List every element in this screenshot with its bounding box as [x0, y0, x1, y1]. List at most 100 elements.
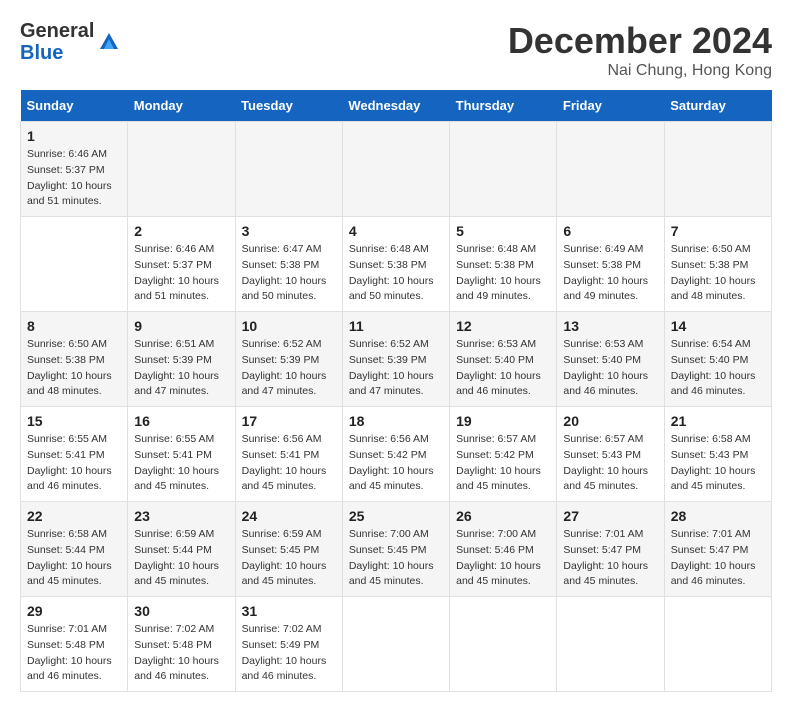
table-cell: 18 Sunrise: 6:56 AM Sunset: 5:42 PM Dayl… [342, 407, 449, 502]
day-info: Sunrise: 7:01 AM Sunset: 5:48 PM Dayligh… [27, 622, 121, 685]
day-number: 21 [671, 413, 765, 429]
calendar-week-row: 29 Sunrise: 7:01 AM Sunset: 5:48 PM Dayl… [21, 597, 772, 692]
day-number: 6 [563, 223, 657, 239]
day-number: 31 [242, 603, 336, 619]
day-info: Sunrise: 6:55 AM Sunset: 5:41 PM Dayligh… [134, 432, 228, 495]
col-thursday: Thursday [450, 90, 557, 122]
day-info: Sunrise: 6:48 AM Sunset: 5:38 PM Dayligh… [456, 242, 550, 305]
day-number: 27 [563, 508, 657, 524]
col-friday: Friday [557, 90, 664, 122]
subtitle: Nai Chung, Hong Kong [508, 62, 772, 80]
table-cell: 21 Sunrise: 6:58 AM Sunset: 5:43 PM Dayl… [664, 407, 771, 502]
calendar-week-row: 1 Sunrise: 6:46 AM Sunset: 5:37 PM Dayli… [21, 122, 772, 217]
table-cell: 6 Sunrise: 6:49 AM Sunset: 5:38 PM Dayli… [557, 217, 664, 312]
col-tuesday: Tuesday [235, 90, 342, 122]
table-cell: 29 Sunrise: 7:01 AM Sunset: 5:48 PM Dayl… [21, 597, 128, 692]
table-cell: 28 Sunrise: 7:01 AM Sunset: 5:47 PM Dayl… [664, 502, 771, 597]
table-cell: 30 Sunrise: 7:02 AM Sunset: 5:48 PM Dayl… [128, 597, 235, 692]
col-wednesday: Wednesday [342, 90, 449, 122]
calendar-week-row: 15 Sunrise: 6:55 AM Sunset: 5:41 PM Dayl… [21, 407, 772, 502]
day-info: Sunrise: 6:52 AM Sunset: 5:39 PM Dayligh… [242, 337, 336, 400]
table-cell [342, 122, 449, 217]
day-number: 19 [456, 413, 550, 429]
day-number: 16 [134, 413, 228, 429]
day-info: Sunrise: 7:00 AM Sunset: 5:45 PM Dayligh… [349, 527, 443, 590]
day-info: Sunrise: 6:50 AM Sunset: 5:38 PM Dayligh… [671, 242, 765, 305]
day-number: 20 [563, 413, 657, 429]
day-info: Sunrise: 6:58 AM Sunset: 5:43 PM Dayligh… [671, 432, 765, 495]
col-sunday: Sunday [21, 90, 128, 122]
day-info: Sunrise: 6:53 AM Sunset: 5:40 PM Dayligh… [563, 337, 657, 400]
logo-general: General [20, 20, 94, 42]
table-cell: 22 Sunrise: 6:58 AM Sunset: 5:44 PM Dayl… [21, 502, 128, 597]
day-number: 24 [242, 508, 336, 524]
calendar-week-row: 22 Sunrise: 6:58 AM Sunset: 5:44 PM Dayl… [21, 502, 772, 597]
day-info: Sunrise: 6:47 AM Sunset: 5:38 PM Dayligh… [242, 242, 336, 305]
table-cell: 13 Sunrise: 6:53 AM Sunset: 5:40 PM Dayl… [557, 312, 664, 407]
day-number: 13 [563, 318, 657, 334]
day-number: 9 [134, 318, 228, 334]
table-cell: 4 Sunrise: 6:48 AM Sunset: 5:38 PM Dayli… [342, 217, 449, 312]
table-cell: 31 Sunrise: 7:02 AM Sunset: 5:49 PM Dayl… [235, 597, 342, 692]
day-number: 4 [349, 223, 443, 239]
table-cell [21, 217, 128, 312]
logo-blue: Blue [20, 42, 94, 64]
day-number: 8 [27, 318, 121, 334]
title-block: December 2024 Nai Chung, Hong Kong [508, 20, 772, 80]
table-cell: 9 Sunrise: 6:51 AM Sunset: 5:39 PM Dayli… [128, 312, 235, 407]
table-cell: 12 Sunrise: 6:53 AM Sunset: 5:40 PM Dayl… [450, 312, 557, 407]
day-info: Sunrise: 6:46 AM Sunset: 5:37 PM Dayligh… [27, 147, 121, 210]
col-monday: Monday [128, 90, 235, 122]
table-cell [450, 122, 557, 217]
day-info: Sunrise: 6:56 AM Sunset: 5:42 PM Dayligh… [349, 432, 443, 495]
calendar-week-row: 2 Sunrise: 6:46 AM Sunset: 5:37 PM Dayli… [21, 217, 772, 312]
table-cell: 16 Sunrise: 6:55 AM Sunset: 5:41 PM Dayl… [128, 407, 235, 502]
table-cell [664, 122, 771, 217]
day-number: 25 [349, 508, 443, 524]
day-info: Sunrise: 6:49 AM Sunset: 5:38 PM Dayligh… [563, 242, 657, 305]
day-number: 3 [242, 223, 336, 239]
day-number: 17 [242, 413, 336, 429]
table-cell: 26 Sunrise: 7:00 AM Sunset: 5:46 PM Dayl… [450, 502, 557, 597]
day-info: Sunrise: 6:50 AM Sunset: 5:38 PM Dayligh… [27, 337, 121, 400]
main-title: December 2024 [508, 20, 772, 62]
table-cell: 15 Sunrise: 6:55 AM Sunset: 5:41 PM Dayl… [21, 407, 128, 502]
table-cell: 2 Sunrise: 6:46 AM Sunset: 5:37 PM Dayli… [128, 217, 235, 312]
table-cell: 5 Sunrise: 6:48 AM Sunset: 5:38 PM Dayli… [450, 217, 557, 312]
day-info: Sunrise: 6:46 AM Sunset: 5:37 PM Dayligh… [134, 242, 228, 305]
table-cell: 20 Sunrise: 6:57 AM Sunset: 5:43 PM Dayl… [557, 407, 664, 502]
col-saturday: Saturday [664, 90, 771, 122]
table-cell: 24 Sunrise: 6:59 AM Sunset: 5:45 PM Dayl… [235, 502, 342, 597]
day-info: Sunrise: 6:57 AM Sunset: 5:42 PM Dayligh… [456, 432, 550, 495]
logo: General Blue [20, 20, 120, 64]
day-info: Sunrise: 6:48 AM Sunset: 5:38 PM Dayligh… [349, 242, 443, 305]
day-info: Sunrise: 6:59 AM Sunset: 5:44 PM Dayligh… [134, 527, 228, 590]
table-cell [128, 122, 235, 217]
day-number: 28 [671, 508, 765, 524]
table-cell [557, 597, 664, 692]
day-info: Sunrise: 6:55 AM Sunset: 5:41 PM Dayligh… [27, 432, 121, 495]
day-info: Sunrise: 6:59 AM Sunset: 5:45 PM Dayligh… [242, 527, 336, 590]
day-number: 1 [27, 128, 121, 144]
day-number: 2 [134, 223, 228, 239]
day-number: 14 [671, 318, 765, 334]
table-cell: 27 Sunrise: 7:01 AM Sunset: 5:47 PM Dayl… [557, 502, 664, 597]
table-cell: 7 Sunrise: 6:50 AM Sunset: 5:38 PM Dayli… [664, 217, 771, 312]
day-info: Sunrise: 6:52 AM Sunset: 5:39 PM Dayligh… [349, 337, 443, 400]
logo-icon [98, 31, 120, 53]
day-number: 23 [134, 508, 228, 524]
day-info: Sunrise: 7:00 AM Sunset: 5:46 PM Dayligh… [456, 527, 550, 590]
day-info: Sunrise: 7:01 AM Sunset: 5:47 PM Dayligh… [671, 527, 765, 590]
table-cell: 3 Sunrise: 6:47 AM Sunset: 5:38 PM Dayli… [235, 217, 342, 312]
day-info: Sunrise: 6:54 AM Sunset: 5:40 PM Dayligh… [671, 337, 765, 400]
table-cell [450, 597, 557, 692]
day-info: Sunrise: 7:02 AM Sunset: 5:48 PM Dayligh… [134, 622, 228, 685]
table-cell [664, 597, 771, 692]
calendar-table: Sunday Monday Tuesday Wednesday Thursday… [20, 90, 772, 692]
table-cell [342, 597, 449, 692]
day-number: 18 [349, 413, 443, 429]
day-number: 5 [456, 223, 550, 239]
table-cell: 25 Sunrise: 7:00 AM Sunset: 5:45 PM Dayl… [342, 502, 449, 597]
day-info: Sunrise: 6:53 AM Sunset: 5:40 PM Dayligh… [456, 337, 550, 400]
page-header: General Blue December 2024 Nai Chung, Ho… [20, 20, 772, 80]
